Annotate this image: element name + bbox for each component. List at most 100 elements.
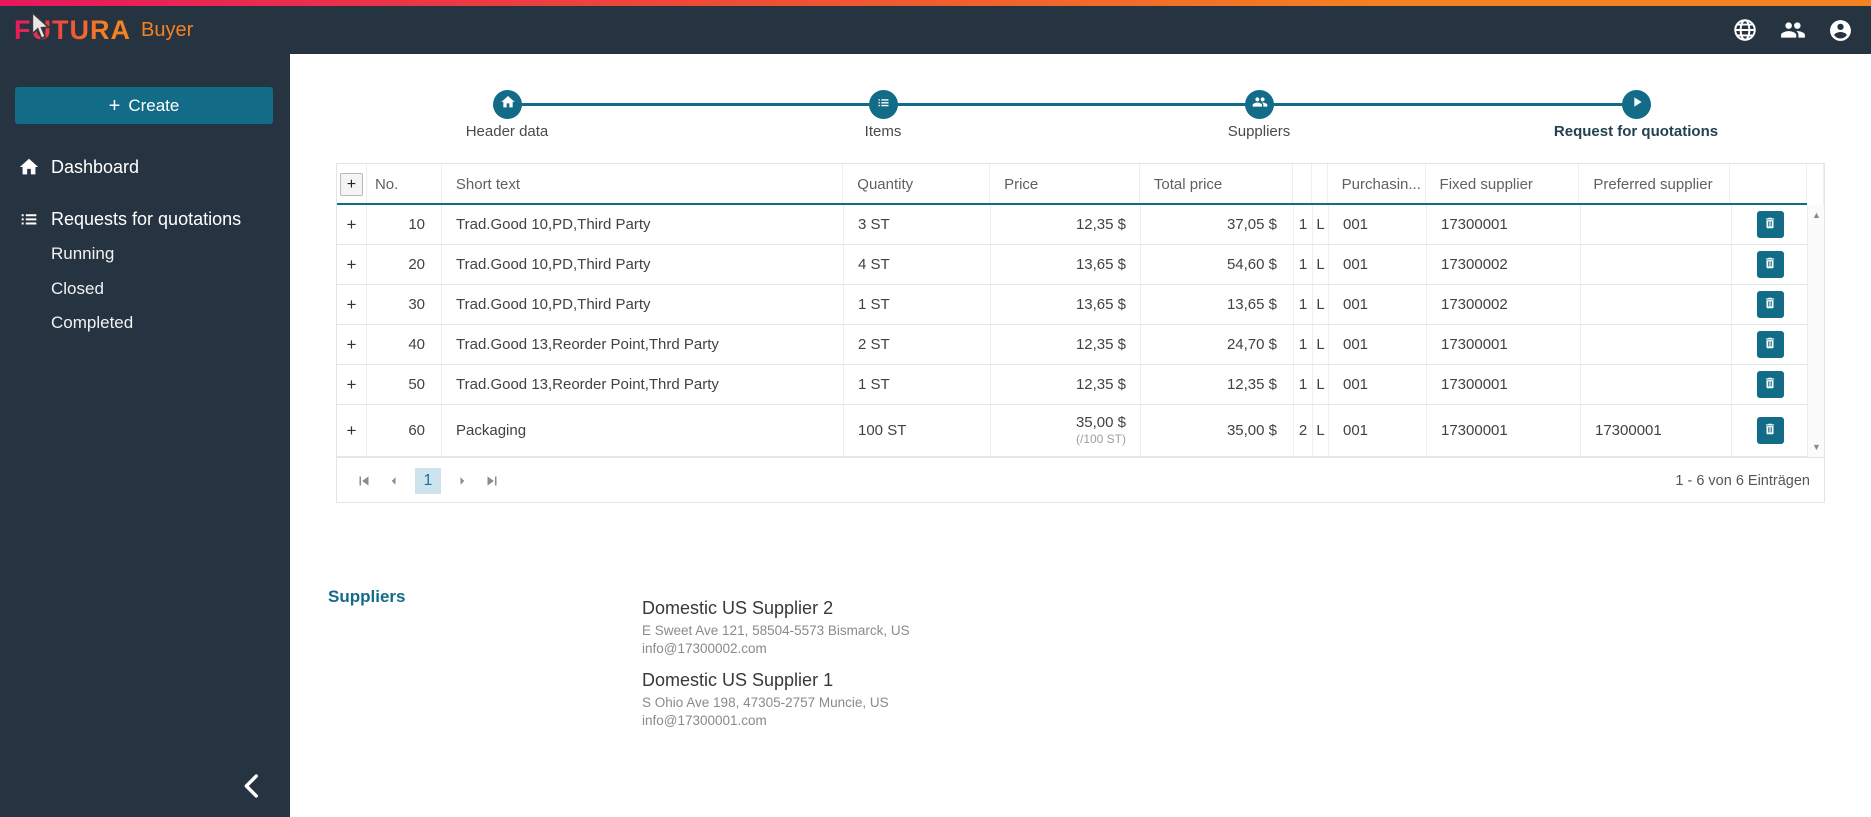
cell-price: 13,65 $ [991,245,1141,284]
delete-row-button[interactable] [1756,371,1784,398]
cell-preferred-supplier [1581,205,1732,244]
sidebar: + Create Dashboard Requests for quotatio… [0,54,290,817]
cell-price: 13,65 $ [991,285,1141,324]
cell-quantity: 1 ST [844,365,991,404]
sidebar-subitem-label: Running [51,244,115,263]
cell-preferred-supplier [1581,245,1732,284]
globe-icon[interactable] [1732,17,1758,43]
supplier-name: Domestic US Supplier 1 [642,670,834,690]
step-request-for-quotations[interactable] [1622,90,1651,119]
delete-row-button[interactable] [1756,417,1784,444]
step-items[interactable] [869,90,898,119]
sidebar-subitem-label: Completed [51,313,134,332]
list-icon [18,208,40,230]
step-suppliers[interactable] [1245,90,1274,119]
cell-no: 30 [367,285,442,324]
scroll-down-arrow-icon[interactable]: ▼ [1808,439,1825,455]
supplier-email: info@17300001.com [642,713,767,728]
cell-purchasing: 001 [1329,205,1427,244]
cell-flag-2: L [1313,245,1329,284]
cell-quantity: 3 ST [844,205,991,244]
expand-row-button[interactable]: + [337,365,367,404]
delete-row-button[interactable] [1756,291,1784,318]
create-button-label: Create [128,95,180,115]
people-group-icon[interactable] [1780,17,1806,43]
sidebar-item-dashboard[interactable]: Dashboard [0,147,290,187]
cell-short-text: Packaging [442,405,844,456]
trash-icon [1763,336,1777,353]
home-icon [18,156,40,178]
pagination-bar: 1 1 - 6 von 6 Einträgen [337,457,1824,503]
scroll-up-arrow-icon[interactable]: ▲ [1808,207,1825,223]
cell-flag-2: L [1313,285,1329,324]
cell-purchasing: 001 [1329,365,1427,404]
supplier-card: Domestic US Supplier 1 S Ohio Ave 198, 4… [642,670,910,728]
delete-row-button[interactable] [1756,211,1784,238]
sidebar-subitem-running[interactable]: Running [0,238,290,270]
first-page-button[interactable] [355,472,373,490]
cell-no: 50 [367,365,442,404]
cell-total-price: 54,60 $ [1141,245,1294,284]
cell-quantity: 2 ST [844,325,991,364]
cell-preferred-supplier [1581,325,1732,364]
cell-quantity: 100 ST [844,405,991,456]
expand-all-button[interactable]: + [339,173,363,196]
app-window: FUTURA Buyer + Create Dashboard Requests… [0,0,1871,817]
column-header-no: No. [367,164,442,205]
stepper-connector-line [507,103,1636,106]
sidebar-item-label: Dashboard [51,156,140,177]
cell-flag-1: 1 [1294,205,1313,244]
cell-flag-1: 1 [1294,325,1313,364]
cell-price: 12,35 $ [991,365,1141,404]
brand-logo[interactable]: FUTURA [14,15,131,46]
previous-page-button[interactable] [385,472,403,490]
account-icon[interactable] [1828,18,1853,43]
delete-row-button[interactable] [1756,251,1784,278]
column-header-total-price: Total price [1140,164,1293,205]
next-page-button[interactable] [453,472,471,490]
last-page-button[interactable] [483,472,501,490]
chevron-left-icon [235,769,269,806]
cell-total-price: 13,65 $ [1141,285,1294,324]
brand-product-label: Buyer [140,18,194,41]
expand-row-button[interactable]: + [337,245,367,284]
cell-no: 60 [367,405,442,456]
expand-row-button[interactable]: + [337,325,367,364]
create-button[interactable]: + Create [15,87,273,124]
cell-preferred-supplier [1581,365,1732,404]
sidebar-collapse-button[interactable] [231,766,273,808]
cell-flag-1: 1 [1294,365,1313,404]
step-header-data[interactable] [493,90,522,119]
step-label-request-for-quotations: Request for quotations [1553,123,1719,140]
trash-icon [1763,422,1777,439]
sidebar-subitem-completed[interactable]: Completed [0,307,290,339]
expand-row-button[interactable]: + [337,405,367,456]
column-header-quantity: Quantity [843,164,991,205]
cell-quantity: 1 ST [844,285,991,324]
column-header-short-text: Short text [442,164,844,205]
sidebar-subitem-closed[interactable]: Closed [0,273,290,305]
cell-fixed-supplier: 17300002 [1427,285,1581,324]
table-vertical-scrollbar[interactable]: ▲ ▼ [1807,205,1824,457]
delete-row-button[interactable] [1756,331,1784,358]
cell-fixed-supplier: 17300001 [1427,325,1581,364]
supplier-email: info@17300002.com [642,641,767,656]
cell-short-text: Trad.Good 13,Reorder Point,Thrd Party [442,365,844,404]
home-icon [500,94,516,115]
expand-row-button[interactable]: + [337,285,367,324]
sidebar-item-requests-for-quotations[interactable]: Requests for quotations [0,199,290,239]
cell-flag-1: 2 [1294,405,1313,456]
list-icon [876,95,891,115]
expand-row-button[interactable]: + [337,205,367,244]
step-label-header-data: Header data [465,123,549,140]
cell-flag-2: L [1313,325,1329,364]
cell-flag-2: L [1313,365,1329,404]
topbar-icon-group [1732,17,1871,43]
cell-price: 35,00 $ (/100 ST) [1076,414,1126,448]
column-header-purchasing: Purchasin... [1328,164,1426,205]
table-row: + 60 Packaging 100 ST 35,00 $ (/100 ST) … [337,405,1809,457]
page-number-button[interactable]: 1 [415,467,441,494]
cell-no: 20 [367,245,442,284]
column-header-blank-1 [1293,164,1312,205]
cell-short-text: Trad.Good 10,PD,Third Party [442,285,844,324]
